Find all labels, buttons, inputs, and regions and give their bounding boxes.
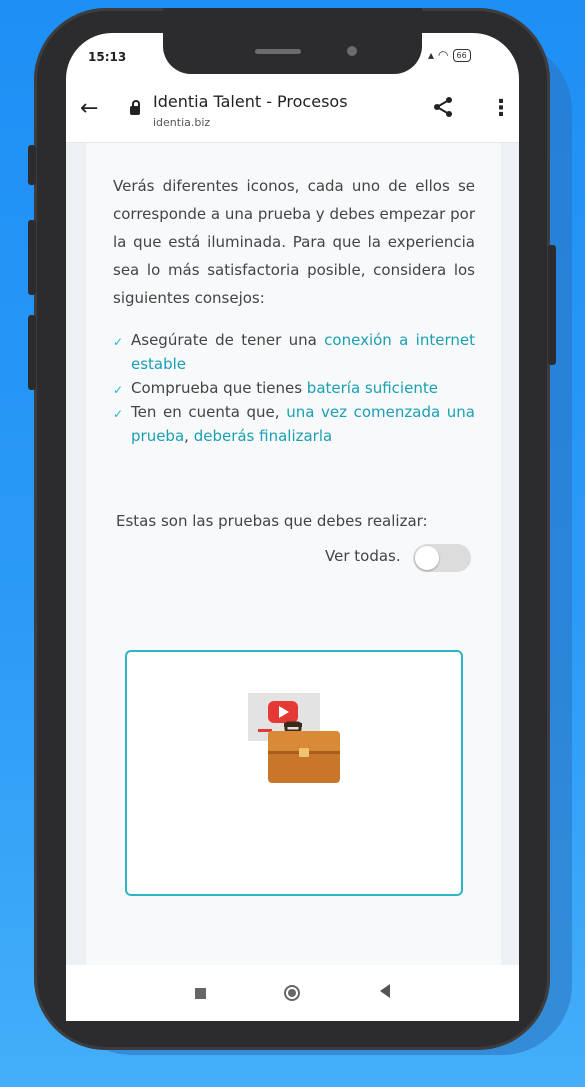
video-briefcase-icon[interactable] <box>244 693 344 788</box>
share-icon[interactable] <box>432 96 454 124</box>
side-button <box>548 245 556 365</box>
tip-text: Ten en cuenta que, <box>131 403 287 421</box>
side-button <box>28 145 36 185</box>
check-icon: ✓ <box>113 383 124 397</box>
side-button <box>28 315 36 390</box>
check-icon: ✓ <box>113 407 124 421</box>
ver-todas-toggle[interactable] <box>413 544 471 572</box>
notch <box>163 8 422 74</box>
tip-text: Comprueba que tienes <box>131 379 307 397</box>
back-arrow-icon[interactable]: ← <box>80 96 98 121</box>
signal-icon: ▴ <box>428 48 435 62</box>
speaker <box>255 49 301 54</box>
intro-text: Verás diferentes iconos, cada uno de ell… <box>113 177 475 307</box>
wifi-icon: ◠ <box>438 48 449 62</box>
ver-todas-label: Ver todas. <box>325 547 401 565</box>
tip-text: , <box>184 427 194 445</box>
battery-icon: 66 <box>452 48 471 62</box>
tip-highlight: deberás finalizarla <box>193 427 333 445</box>
tip-item: ✓ Ten en cuenta que, una vez comenzada u… <box>113 400 475 448</box>
nav-back-icon[interactable] <box>380 984 390 998</box>
lock-icon[interactable] <box>130 100 140 115</box>
check-icon: ✓ <box>113 335 124 349</box>
page-title[interactable]: Identia Talent - Procesos <box>153 92 348 111</box>
nav-home-icon[interactable] <box>284 985 300 1001</box>
page-domain[interactable]: identia.biz <box>153 116 210 129</box>
tip-highlight: batería suficiente <box>306 379 438 397</box>
nav-recents-icon[interactable] <box>195 988 206 999</box>
camera <box>347 46 357 56</box>
tip-text: Asegúrate de tener una <box>131 331 325 349</box>
tips-list: ✓ Asegúrate de tener una conexión a inte… <box>113 328 475 448</box>
side-button <box>28 220 36 295</box>
pruebas-label: Estas son las pruebas que debes realizar… <box>116 512 428 530</box>
tip-item: ✓ Asegúrate de tener una conexión a inte… <box>113 328 475 376</box>
status-time: 15:13 <box>88 50 127 64</box>
toggle-knob <box>415 546 439 570</box>
tip-item: ✓ Comprueba que tienes batería suficient… <box>113 376 475 400</box>
status-icons: ▴ ◠ 66 <box>428 48 471 62</box>
more-vert-icon[interactable]: ⋮ <box>490 96 512 121</box>
